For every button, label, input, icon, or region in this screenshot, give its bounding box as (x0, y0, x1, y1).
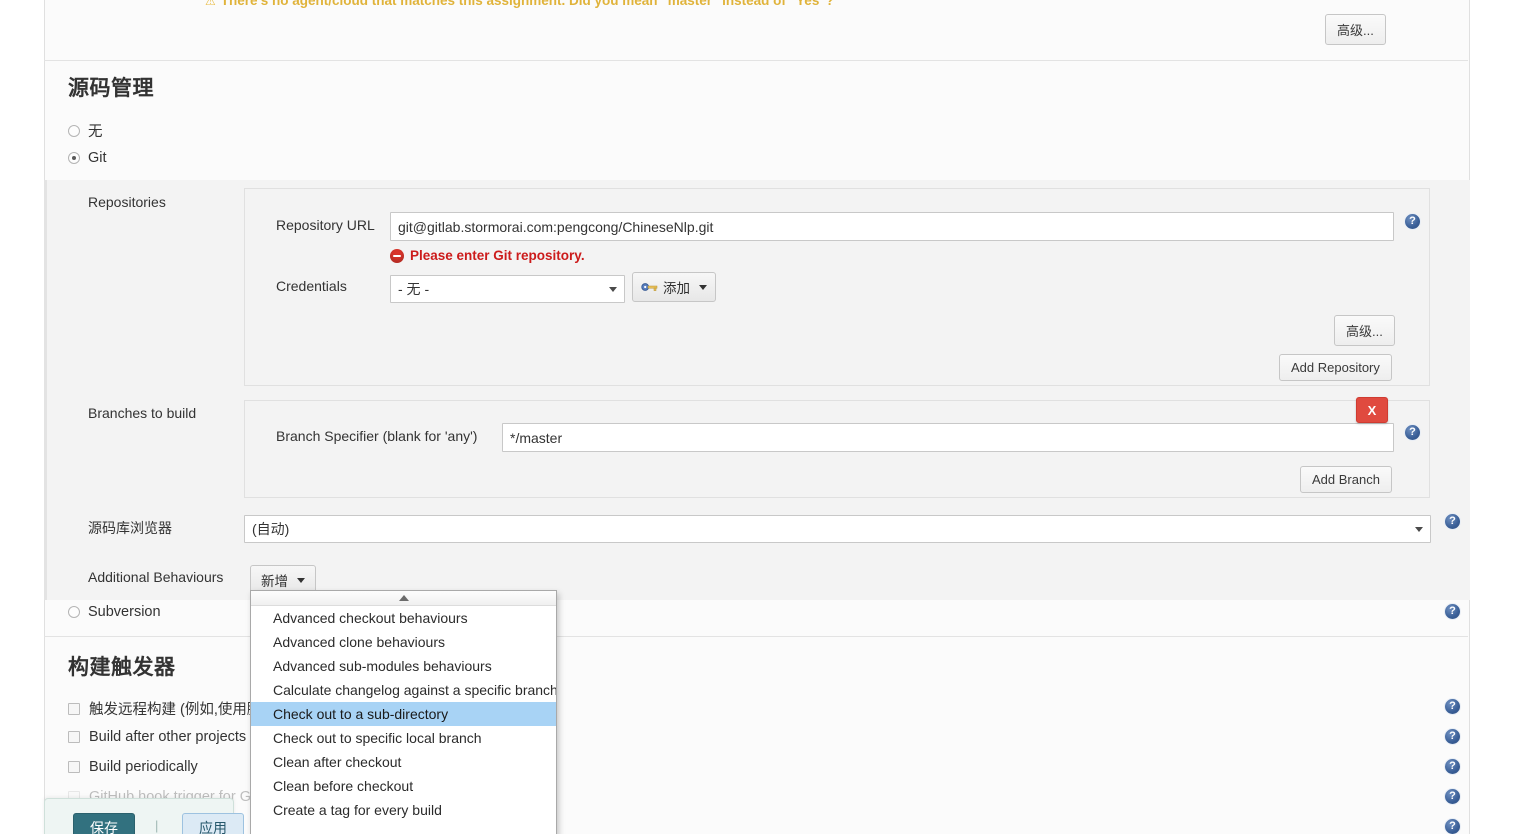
repository-browser-label: 源码库浏览器 (88, 520, 172, 536)
checkbox-after-other-projects[interactable] (68, 731, 80, 743)
menu-item-advanced-sub-modules-behaviours[interactable]: Advanced sub-modules behaviours (251, 654, 556, 678)
warning-message: There's no agent/cloud that matches this… (220, 0, 834, 8)
scm-section-divider (44, 60, 1468, 61)
credentials-select[interactable]: - 无 - (390, 275, 625, 303)
form-action-bar: 保存 | 应用 (44, 798, 244, 834)
trigger-github-hook-help-icon[interactable]: ? (1444, 788, 1461, 805)
checkbox-remote-build[interactable] (68, 702, 80, 715)
radio-subversion[interactable] (68, 606, 80, 618)
scm-option-subversion-label: Subversion (88, 604, 161, 620)
trigger-build-periodically-label: Build periodically (89, 759, 198, 775)
scm-option-git[interactable]: Git (68, 150, 107, 166)
delete-branch-button[interactable]: X (1356, 397, 1388, 423)
add-credentials-button[interactable]: 添加 (632, 272, 716, 302)
add-credentials-label: 添加 (663, 281, 690, 296)
chevron-down-icon (699, 284, 707, 290)
scm-option-none[interactable]: 无 (68, 120, 103, 141)
menu-item-check-out-to-sub-directory[interactable]: Check out to a sub-directory (251, 702, 556, 726)
checkbox-build-periodically[interactable] (68, 761, 80, 773)
jenkins-job-config-page: ⚠ There's no agent/cloud that matches thi… (0, 0, 1539, 834)
menu-item-clean-before-checkout[interactable]: Clean before checkout (251, 774, 556, 798)
add-behaviour-label: 新增 (261, 574, 288, 589)
key-icon (641, 283, 658, 291)
scm-option-subversion[interactable]: Subversion (68, 604, 161, 620)
scm-option-git-label: Git (88, 150, 107, 166)
menu-item-advanced-clone-behaviours[interactable]: Advanced clone behaviours (251, 630, 556, 654)
menu-item-clean-after-checkout[interactable]: Clean after checkout (251, 750, 556, 774)
trigger-extra-help-icon[interactable]: ? (1444, 818, 1461, 834)
subversion-help-icon[interactable]: ? (1444, 603, 1461, 620)
warning-text-line: ⚠ There's no agent/cloud that matches thi… (205, 0, 925, 8)
menu-item-advanced-checkout-behaviours[interactable]: Advanced checkout behaviours (251, 606, 556, 630)
radio-none[interactable] (68, 124, 80, 137)
menu-scroll-up-button[interactable] (251, 591, 556, 606)
repository-browser-value: (自动) (252, 521, 290, 537)
agent-assignment-warning: ⚠ There's no agent/cloud that matches thi… (205, 0, 925, 8)
additional-behaviours-label: Additional Behaviours (88, 569, 224, 585)
repository-url-help-icon[interactable]: ? (1404, 213, 1421, 230)
trigger-after-other-projects-help-icon[interactable]: ? (1444, 728, 1461, 745)
warning-triangle-icon: ⚠ (205, 0, 216, 8)
repository-browser-select[interactable]: (自动) (244, 515, 1431, 543)
branch-specifier-help-icon[interactable]: ? (1404, 424, 1421, 441)
credentials-selected-value: - 无 - (398, 281, 430, 297)
menu-item-calculate-changelog[interactable]: Calculate changelog against a specific b… (251, 678, 556, 702)
trigger-build-periodically-help-icon[interactable]: ? (1444, 758, 1461, 775)
scm-section-title: 源码管理 (68, 77, 154, 100)
add-branch-button[interactable]: Add Branch (1300, 466, 1392, 493)
chevron-down-icon (297, 577, 305, 583)
chevron-down-icon (1415, 527, 1423, 532)
branch-specifier-label: Branch Specifier (blank for 'any') (276, 428, 478, 444)
repository-url-error-text: Please enter Git repository. (410, 248, 585, 263)
repository-url-label: Repository URL (276, 217, 375, 233)
apply-button[interactable]: 应用 (182, 813, 244, 834)
save-button[interactable]: 保存 (73, 813, 135, 834)
credentials-label: Credentials (276, 278, 347, 294)
repository-url-input[interactable] (390, 212, 1394, 241)
error-icon (390, 248, 404, 263)
trigger-remote-build-help-icon[interactable]: ? (1444, 698, 1461, 715)
trigger-remote-build[interactable]: 触发远程构建 (例如,使用脚本) (68, 698, 281, 719)
scm-option-none-label: 无 (88, 124, 103, 140)
branch-specifier-input[interactable] (502, 423, 1394, 452)
chevron-up-icon (398, 595, 409, 601)
repository-advanced-button[interactable]: 高级... (1334, 315, 1395, 346)
trigger-build-periodically[interactable]: Build periodically (68, 759, 198, 775)
action-bar-separator: | (155, 818, 159, 833)
advanced-button-top[interactable]: 高级... (1325, 14, 1386, 45)
repositories-label: Repositories (88, 194, 166, 210)
triggers-section-title: 构建触发器 (68, 656, 176, 679)
radio-git[interactable] (68, 152, 80, 164)
branches-to-build-label: Branches to build (88, 405, 197, 421)
add-repository-button[interactable]: Add Repository (1279, 354, 1392, 381)
chevron-down-icon (609, 287, 617, 292)
repository-url-error: Please enter Git repository. (390, 248, 585, 263)
menu-item-check-out-to-specific-local-branch[interactable]: Check out to specific local branch (251, 726, 556, 750)
menu-item-create-a-tag-for-every-build[interactable]: Create a tag for every build (251, 798, 556, 822)
repository-browser-help-icon[interactable]: ? (1444, 513, 1461, 530)
additional-behaviours-menu[interactable]: Advanced checkout behaviours Advanced cl… (250, 590, 557, 834)
